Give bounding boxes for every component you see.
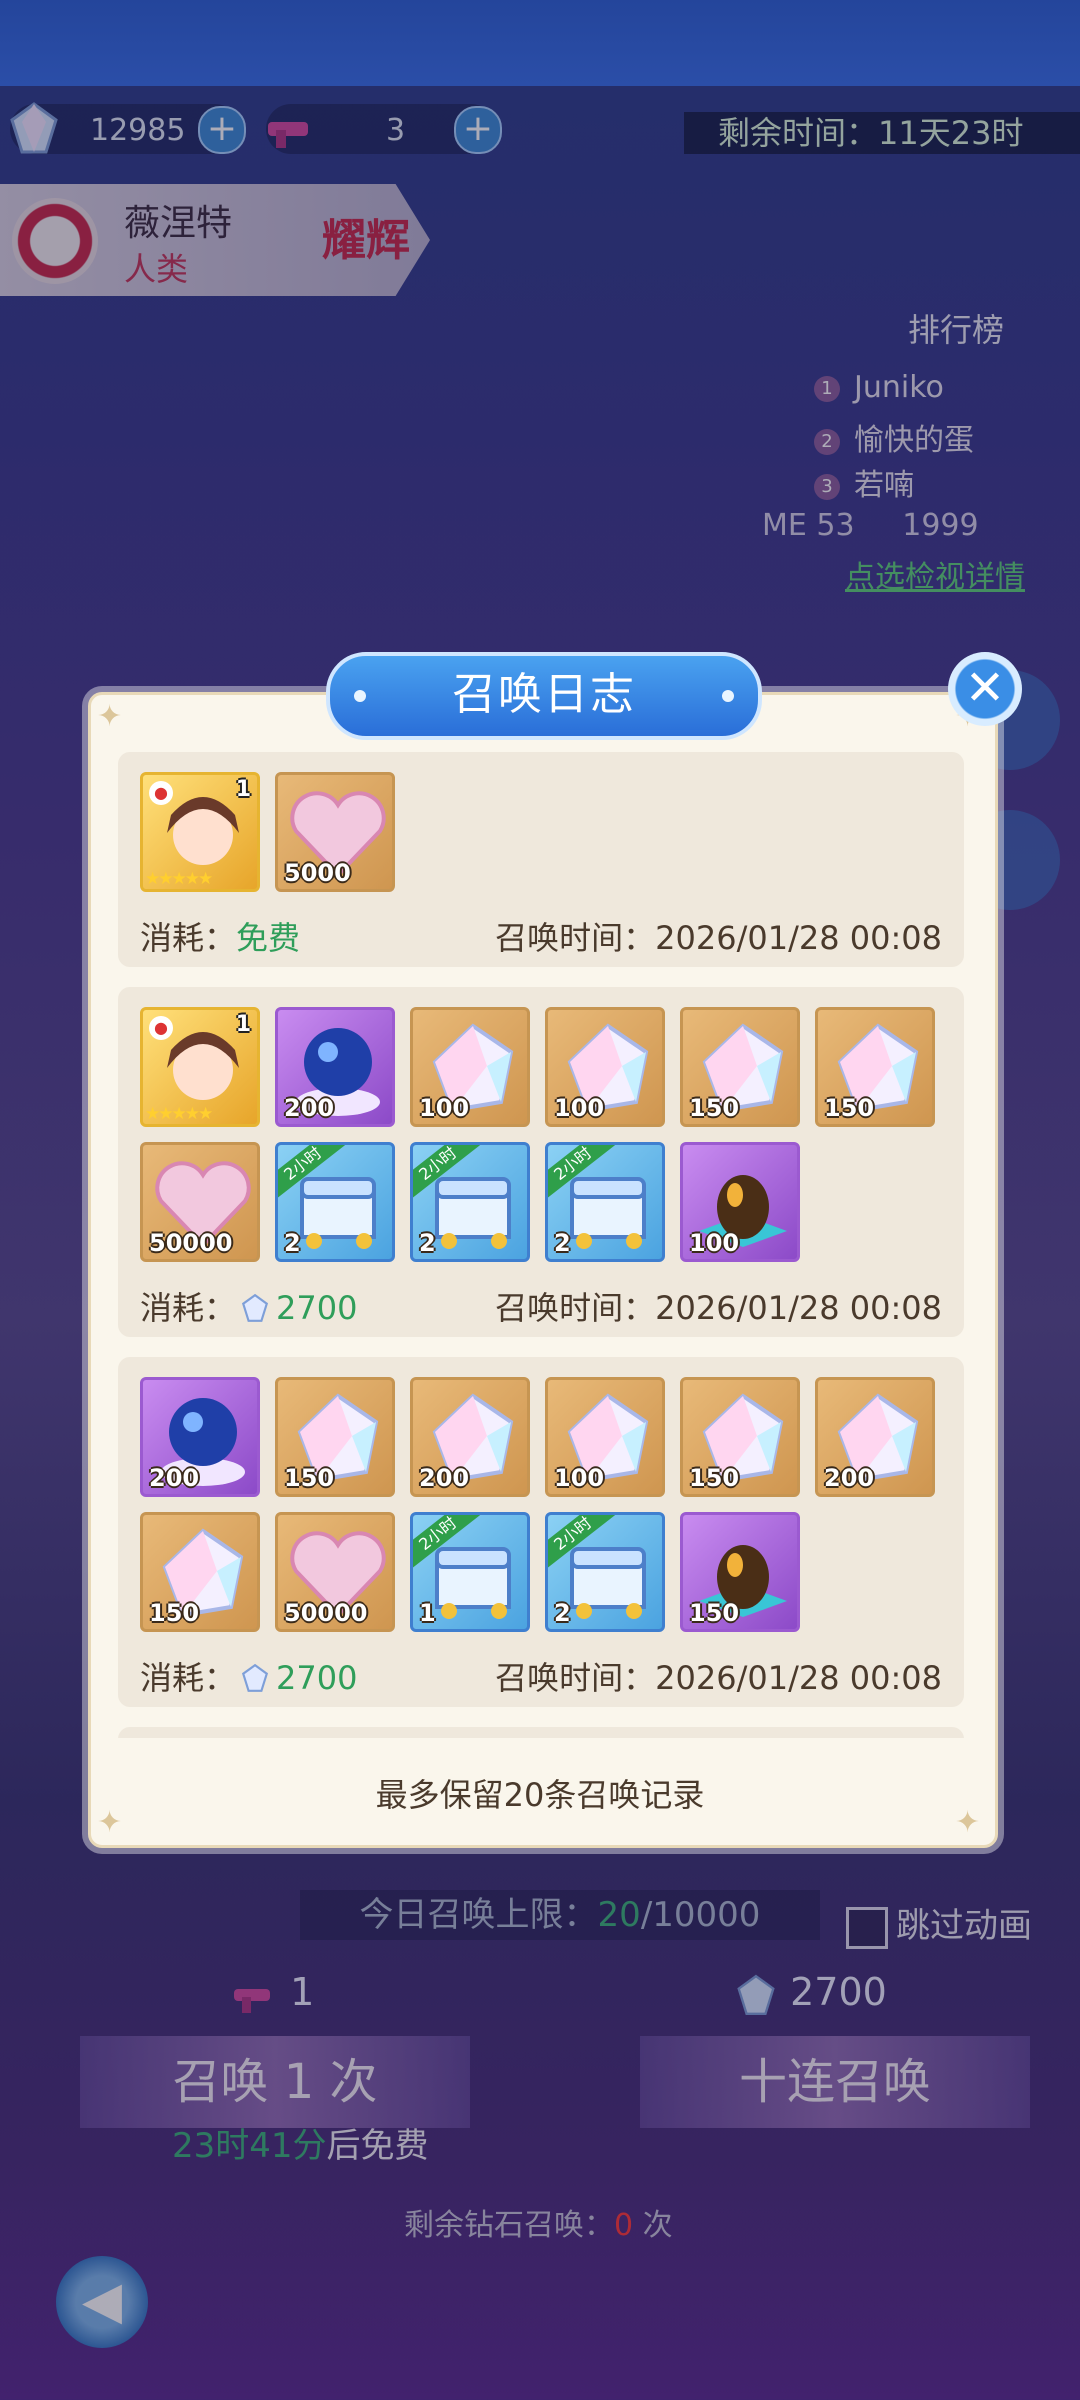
item-quantity: 2 xyxy=(554,1599,571,1627)
treasure-chest-icon[interactable]: 2小时 2 xyxy=(545,1142,665,1262)
top-banner xyxy=(0,0,1080,86)
treasure-chest-icon[interactable]: 2小时 2 xyxy=(545,1512,665,1632)
item-quantity: 200 xyxy=(284,1094,335,1122)
prism-gem-icon[interactable]: 200 xyxy=(815,1377,935,1497)
summon-log-entry: ●★★★★★1 xyxy=(118,1727,964,1738)
summon-log-list[interactable]: ● ★★★★★ 1 5000 消耗：免费 召唤时间：2026/01/28 00:08 ● ★★… xyxy=(118,752,964,1738)
item-quantity: 150 xyxy=(689,1094,740,1122)
item-quantity: 150 xyxy=(689,1599,740,1627)
rarity-stars: ★★★★★ xyxy=(145,1104,213,1124)
summon-time: 召唤时间：2026/01/28 00:08 xyxy=(495,1659,942,1697)
prism-gem-icon[interactable]: 100 xyxy=(410,1007,530,1127)
gold-egg-icon[interactable]: 150 xyxy=(680,1512,800,1632)
summon-log-entry: ● ★★★★★ 1 200 100 100 150 150 50000 2小时 2 2小时 2 2小时 2 1… xyxy=(118,987,964,1337)
item-quantity: 5000 xyxy=(284,859,351,887)
gold-egg-icon[interactable]: 100 xyxy=(680,1142,800,1262)
cost-free: 免费 xyxy=(236,919,301,957)
element-icon: ● xyxy=(149,1016,173,1040)
item-quantity: 200 xyxy=(824,1464,875,1492)
prism-gem-icon[interactable]: 150 xyxy=(140,1512,260,1632)
prism-gem-icon[interactable]: 100 xyxy=(545,1007,665,1127)
item-quantity: 1 xyxy=(419,1599,436,1627)
summon-time: 召唤时间：2026/01/28 00:08 xyxy=(495,1289,942,1327)
summon-cost: 消耗：免费 xyxy=(140,919,301,957)
crystal-orb-icon[interactable]: 200 xyxy=(140,1377,260,1497)
prism-gem-icon[interactable]: 150 xyxy=(815,1007,935,1127)
exp-heart-icon[interactable]: 50000 xyxy=(140,1142,260,1262)
item-quantity: 2 xyxy=(554,1229,571,1257)
prism-gem-icon[interactable]: 200 xyxy=(410,1377,530,1497)
item-quantity: 50000 xyxy=(284,1599,368,1627)
exp-heart-icon[interactable]: 50000 xyxy=(275,1512,395,1632)
item-quantity: 100 xyxy=(419,1094,470,1122)
summon-log-entry: 200 150 200 100 150 200 150 50000 2小时 1 2小时 2 150 消耗：… xyxy=(118,1357,964,1707)
item-level: 1 xyxy=(235,1012,251,1037)
item-quantity: 100 xyxy=(689,1229,740,1257)
dialog-title: 召唤日志 xyxy=(326,652,762,740)
treasure-chest-icon[interactable]: 2小时 2 xyxy=(275,1142,395,1262)
cost-amount: 2700 xyxy=(276,1289,358,1327)
item-quantity: 50000 xyxy=(149,1229,233,1257)
rarity-stars: ★★★★★ xyxy=(145,869,213,889)
treasure-chest-icon[interactable]: 2小时 2 xyxy=(410,1142,530,1262)
crystal-orb-icon[interactable]: 200 xyxy=(275,1007,395,1127)
summon-log-entry: ● ★★★★★ 1 5000 消耗：免费 召唤时间：2026/01/28 00:08 xyxy=(118,752,964,967)
corner-ornament: ✦ xyxy=(97,699,123,734)
element-icon: ● xyxy=(149,781,173,805)
item-quantity: 2 xyxy=(419,1229,436,1257)
exp-heart-icon[interactable]: 5000 xyxy=(275,772,395,892)
item-quantity: 200 xyxy=(149,1464,200,1492)
character-icon[interactable]: ● ★★★★★ 1 xyxy=(140,772,260,892)
item-level: 1 xyxy=(235,777,251,802)
log-retention-note: 最多保留20条召唤记录 xyxy=(375,1776,705,1814)
item-quantity: 2 xyxy=(284,1229,301,1257)
diamond-icon xyxy=(241,1293,269,1322)
prism-gem-icon[interactable]: 100 xyxy=(545,1377,665,1497)
item-quantity: 100 xyxy=(554,1464,605,1492)
close-icon[interactable]: ✕ xyxy=(948,652,1022,726)
prism-gem-icon[interactable]: 150 xyxy=(275,1377,395,1497)
character-icon[interactable]: ● ★★★★★ 1 xyxy=(140,1007,260,1127)
item-quantity: 150 xyxy=(689,1464,740,1492)
item-quantity: 150 xyxy=(284,1464,335,1492)
treasure-chest-icon[interactable]: 2小时 1 xyxy=(410,1512,530,1632)
summon-cost: 消耗： 2700 xyxy=(140,1289,358,1327)
item-quantity: 200 xyxy=(419,1464,470,1492)
summon-cost: 消耗： 2700 xyxy=(140,1659,358,1697)
item-quantity: 150 xyxy=(149,1599,200,1627)
diamond-icon xyxy=(241,1663,269,1692)
prism-gem-icon[interactable]: 150 xyxy=(680,1007,800,1127)
item-quantity: 150 xyxy=(824,1094,875,1122)
summon-time: 召唤时间：2026/01/28 00:08 xyxy=(495,919,942,957)
prism-gem-icon[interactable]: 150 xyxy=(680,1377,800,1497)
cost-amount: 2700 xyxy=(276,1659,358,1697)
item-quantity: 100 xyxy=(554,1094,605,1122)
